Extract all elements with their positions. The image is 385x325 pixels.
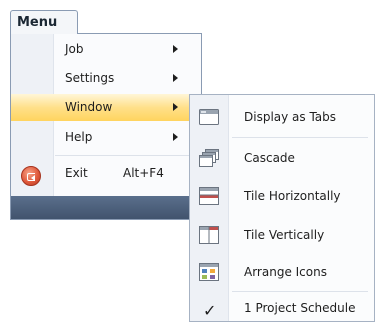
menu-item-label: Window [65,100,113,114]
menu-footer-bar [11,196,201,219]
exit-shortcut: Alt+F4 [123,166,164,180]
submenu-item-label: Display as Tabs [244,110,337,124]
menu-item-job[interactable]: Job [11,36,201,63]
menu-item-help[interactable]: Help [11,124,201,151]
submenu-arrow-icon [173,45,178,53]
submenu-arrow-icon [173,103,178,111]
submenu-item-arrange-icons[interactable]: Arrange Icons [190,253,374,291]
checkmark-icon: ✓ [203,301,217,320]
menu-item-window[interactable]: Window [11,94,201,121]
tabs-window-icon [199,109,219,125]
submenu-separator [232,291,368,292]
arrange-icons-icon [199,263,219,281]
submenu-item-label: Tile Horizontally [244,189,341,203]
submenu-item-label: Tile Vertically [244,228,325,242]
submenu-item-project-schedule[interactable]: ✓ 1 Project Schedule [190,293,374,321]
menu-item-label: Help [65,130,93,144]
main-menu-dropdown: Job Settings Window Help Exit Alt+F4 [10,33,202,220]
submenu-arrow-icon [173,133,178,141]
tile-vertical-icon [199,226,219,244]
menu-item-settings[interactable]: Settings [11,65,201,92]
submenu-item-tile-vertically[interactable]: Tile Vertically [190,216,374,254]
menu-tab-label: Menu [17,15,58,30]
exit-icon [21,166,41,186]
tile-horizontal-icon [199,187,219,205]
window-submenu: Display as Tabs Cascade Tile Horizontall… [189,94,375,322]
submenu-arrow-icon [173,74,178,82]
submenu-separator [232,137,368,138]
submenu-item-tile-horizontally[interactable]: Tile Horizontally [190,177,374,215]
submenu-item-display-as-tabs[interactable]: Display as Tabs [190,98,374,136]
cascade-icon [199,149,219,167]
submenu-item-label: Arrange Icons [244,265,327,279]
submenu-item-label: Cascade [244,151,295,165]
submenu-item-cascade[interactable]: Cascade [190,139,374,177]
menu-tab[interactable]: Menu [10,10,78,34]
menu-separator [55,155,195,156]
menu-item-label: Job [65,42,84,56]
submenu-item-label: 1 Project Schedule [244,301,356,315]
exit-label: Exit [65,166,88,180]
menu-item-label: Settings [65,71,115,85]
